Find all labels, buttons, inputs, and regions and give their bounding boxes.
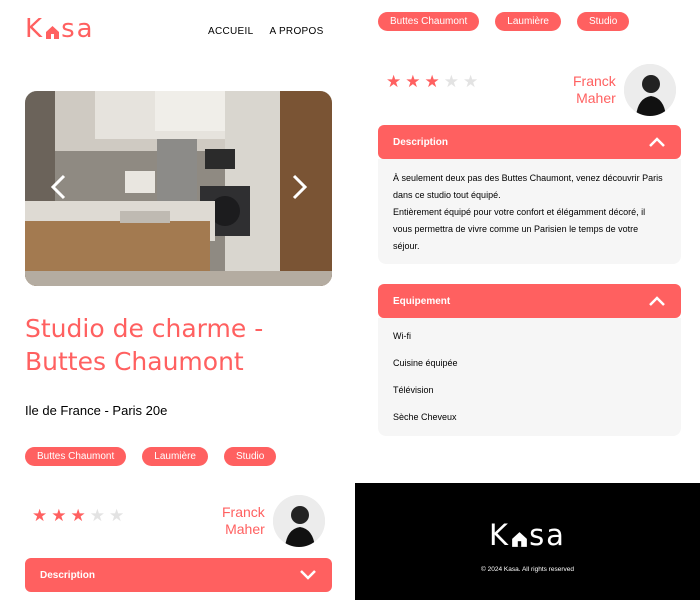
star-icon: ★: [463, 72, 479, 91]
star-icon: ★: [70, 506, 86, 525]
tag: Buttes Chaumont: [25, 447, 127, 466]
star-icon: ★: [424, 72, 440, 91]
list-item: Télévision: [393, 385, 434, 395]
chevron-right-icon[interactable]: [287, 173, 311, 201]
chevron-up-icon[interactable]: [648, 136, 666, 148]
description-collapse-body: À seulement deux pas des Buttes Chaumont…: [378, 159, 681, 264]
equipment-collapse-header[interactable]: Equipement: [378, 284, 681, 318]
tag: Laumière: [495, 12, 561, 31]
host-last-name: Maher: [225, 521, 265, 537]
description-collapse-header[interactable]: Description: [378, 125, 681, 159]
rating-stars: ★ ★ ★ ★ ★: [386, 73, 478, 90]
rating-stars: ★ ★ ★ ★ ★: [32, 507, 124, 524]
equipment-collapse-body: Wi-fi Cuisine équipée Télévision Sèche C…: [378, 318, 681, 436]
host-block: Franck Maher: [573, 64, 676, 116]
house-icon: [45, 25, 60, 39]
tag: Buttes Chaumont: [378, 12, 480, 31]
footer-logo: Ksa: [355, 518, 700, 552]
star-icon: ★: [405, 72, 421, 91]
tag-list: Buttes Chaumont Laumière Studio: [25, 447, 285, 466]
star-icon: ★: [89, 506, 105, 525]
main-nav: ACCUEIL A PROPOS: [192, 26, 324, 37]
tag: Studio: [223, 447, 277, 466]
listing-location: Ile de France - Paris 20e: [25, 403, 168, 418]
logo-rest: sa: [61, 14, 95, 44]
collapse-label: Equipement: [393, 295, 451, 307]
star-icon: ★: [109, 506, 125, 525]
tag: Studio: [576, 12, 630, 31]
description-paragraph: À seulement deux pas des Buttes Chaumont…: [393, 173, 663, 200]
kasa-logo[interactable]: Ksa: [25, 14, 95, 44]
tag: Laumière: [142, 447, 208, 466]
collapse-label: Description: [40, 569, 96, 581]
star-icon: ★: [386, 72, 402, 91]
collapse-label: Description: [393, 136, 449, 148]
photo-gallery: [25, 91, 332, 286]
list-item: Cuisine équipée: [393, 358, 458, 368]
mobile-view-top: Ksa ACCUEIL A PROPOS Studio de charme - B…: [0, 0, 355, 600]
star-icon: ★: [443, 72, 459, 91]
host-last-name: Maher: [576, 90, 616, 106]
star-icon: ★: [32, 506, 48, 525]
chevron-left-icon[interactable]: [47, 173, 71, 201]
tag-list: Buttes Chaumont Laumière Studio: [378, 12, 638, 31]
logo-k: K: [25, 14, 45, 44]
avatar: [272, 495, 325, 547]
logo-rest: sa: [529, 518, 566, 552]
host-name: Franck Maher: [573, 73, 616, 107]
description-paragraph: Entièrement équipé pour votre confort et…: [393, 207, 646, 251]
listing-title: Studio de charme - Buttes Chaumont: [25, 314, 264, 376]
avatar: [623, 64, 676, 116]
host-name: Franck Maher: [222, 504, 265, 538]
chevron-up-icon[interactable]: [648, 295, 666, 307]
copyright-text: © 2024 Kasa. All rights reserved: [481, 566, 574, 573]
star-icon: ★: [51, 506, 67, 525]
nav-home-link[interactable]: ACCUEIL: [208, 26, 253, 37]
nav-about-link[interactable]: A PROPOS: [269, 26, 323, 37]
chevron-down-icon[interactable]: [299, 569, 317, 581]
logo-k: K: [489, 518, 511, 552]
description-collapse-header[interactable]: Description: [25, 558, 332, 592]
host-first-name: Franck: [222, 504, 265, 520]
host-block: Franck Maher: [222, 495, 325, 547]
footer: Ksa © 2024 Kasa. All rights reserved: [355, 483, 700, 600]
kitchen-photo: [25, 91, 332, 286]
host-first-name: Franck: [573, 73, 616, 89]
list-item: Sèche Cheveux: [393, 412, 457, 422]
mobile-view-bottom: Buttes Chaumont Laumière Studio ★ ★ ★ ★ …: [355, 0, 700, 600]
house-icon: [511, 531, 528, 547]
list-item: Wi-fi: [393, 331, 411, 341]
